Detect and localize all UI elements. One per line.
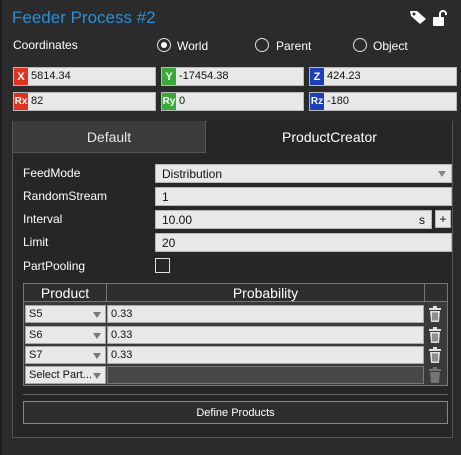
row-2-probability-input[interactable]: 0.33 [107,326,424,344]
header-actions [425,284,447,302]
rotation-ry-field[interactable]: Ry 0 [161,92,304,111]
position-z-value: 424.23 [327,70,361,82]
y-tag: Y [162,68,176,85]
left-edge [0,0,2,455]
interval-add-button[interactable]: + [435,210,451,228]
rotation-rz-value: -180 [327,95,350,107]
x-tag: X [14,68,28,85]
trash-icon[interactable] [428,347,442,363]
row-1-probability-input[interactable]: 0.33 [107,305,424,323]
row-1-product-select[interactable]: S5 [25,305,106,323]
limit-value: 20 [162,236,176,250]
row-3-probability-input[interactable]: 0.33 [107,346,424,364]
trash-icon[interactable] [428,306,442,322]
rotation-rz-field[interactable]: Rz -180 [309,92,457,111]
header-product: Product [24,284,107,302]
row-1-probability: 0.33 [111,308,133,320]
rx-tag: Rx [14,93,28,110]
panel-title: Feeder Process #2 [12,8,156,27]
chevron-down-icon [93,312,101,318]
radio-world-label: World [177,39,209,53]
chevron-down-icon [93,373,101,379]
randomstream-label: RandomStream [23,189,108,203]
coordinates-label: Coordinates [13,38,78,52]
define-products-button[interactable]: Define Products [23,401,448,424]
radio-world[interactable] [157,38,171,52]
radio-object-label: Object [373,39,408,53]
trash-icon[interactable] [428,327,442,343]
z-tag: Z [310,68,324,85]
position-y-value: -17454.38 [179,70,229,82]
row-3-product: S7 [29,349,43,361]
row-3-probability: 0.33 [111,349,133,361]
row-2-product: S6 [29,329,43,341]
position-y-field[interactable]: Y -17454.38 [161,67,304,86]
tag-icon[interactable] [409,9,427,25]
header-probability: Probability [107,284,425,302]
new-row-probability [107,366,424,384]
tab-productcreator[interactable]: ProductCreator [207,121,452,153]
ry-tag: Ry [162,93,176,110]
new-row-product-select[interactable]: Select Part... [25,366,106,384]
interval-unit: s [419,213,425,227]
rotation-rx-value: 82 [31,95,44,107]
row-2-product-select[interactable]: S6 [25,326,106,344]
position-x-field[interactable]: X 5814.34 [13,67,156,86]
unlock-icon[interactable] [431,9,449,27]
interval-input[interactable]: 10.00 s [155,210,432,229]
row-2-probability: 0.33 [111,329,133,341]
trash-icon [429,367,441,383]
new-row-product: Select Part... [29,369,92,381]
randomstream-value: 1 [162,190,169,204]
rotation-rx-field[interactable]: Rx 82 [13,92,156,111]
randomstream-input[interactable]: 1 [155,187,452,206]
radio-parent-label: Parent [276,39,312,53]
rz-tag: Rz [310,93,324,110]
radio-parent[interactable] [255,38,269,52]
limit-label: Limit [23,235,49,249]
divider [23,394,448,395]
tab-underline [13,152,206,153]
position-x-value: 5814.34 [31,70,71,82]
chevron-down-icon [438,171,446,177]
row-1-product: S5 [29,308,43,320]
partpooling-checkbox[interactable] [155,258,170,273]
feedmode-label: FeedMode [23,166,81,180]
rotation-ry-value: 0 [179,95,186,107]
limit-input[interactable]: 20 [155,233,452,252]
partpooling-label: PartPooling [23,259,86,273]
interval-label: Interval [23,212,63,226]
chevron-down-icon [93,353,101,359]
feedmode-value: Distribution [162,167,223,181]
row-3-product-select[interactable]: S7 [25,346,106,364]
interval-value: 10.00 [162,213,193,227]
position-z-field[interactable]: Z 424.23 [309,67,457,86]
feedmode-dropdown[interactable]: Distribution [155,164,452,183]
tab-default[interactable]: Default [13,121,206,153]
radio-object[interactable] [353,38,367,52]
chevron-down-icon [93,333,101,339]
